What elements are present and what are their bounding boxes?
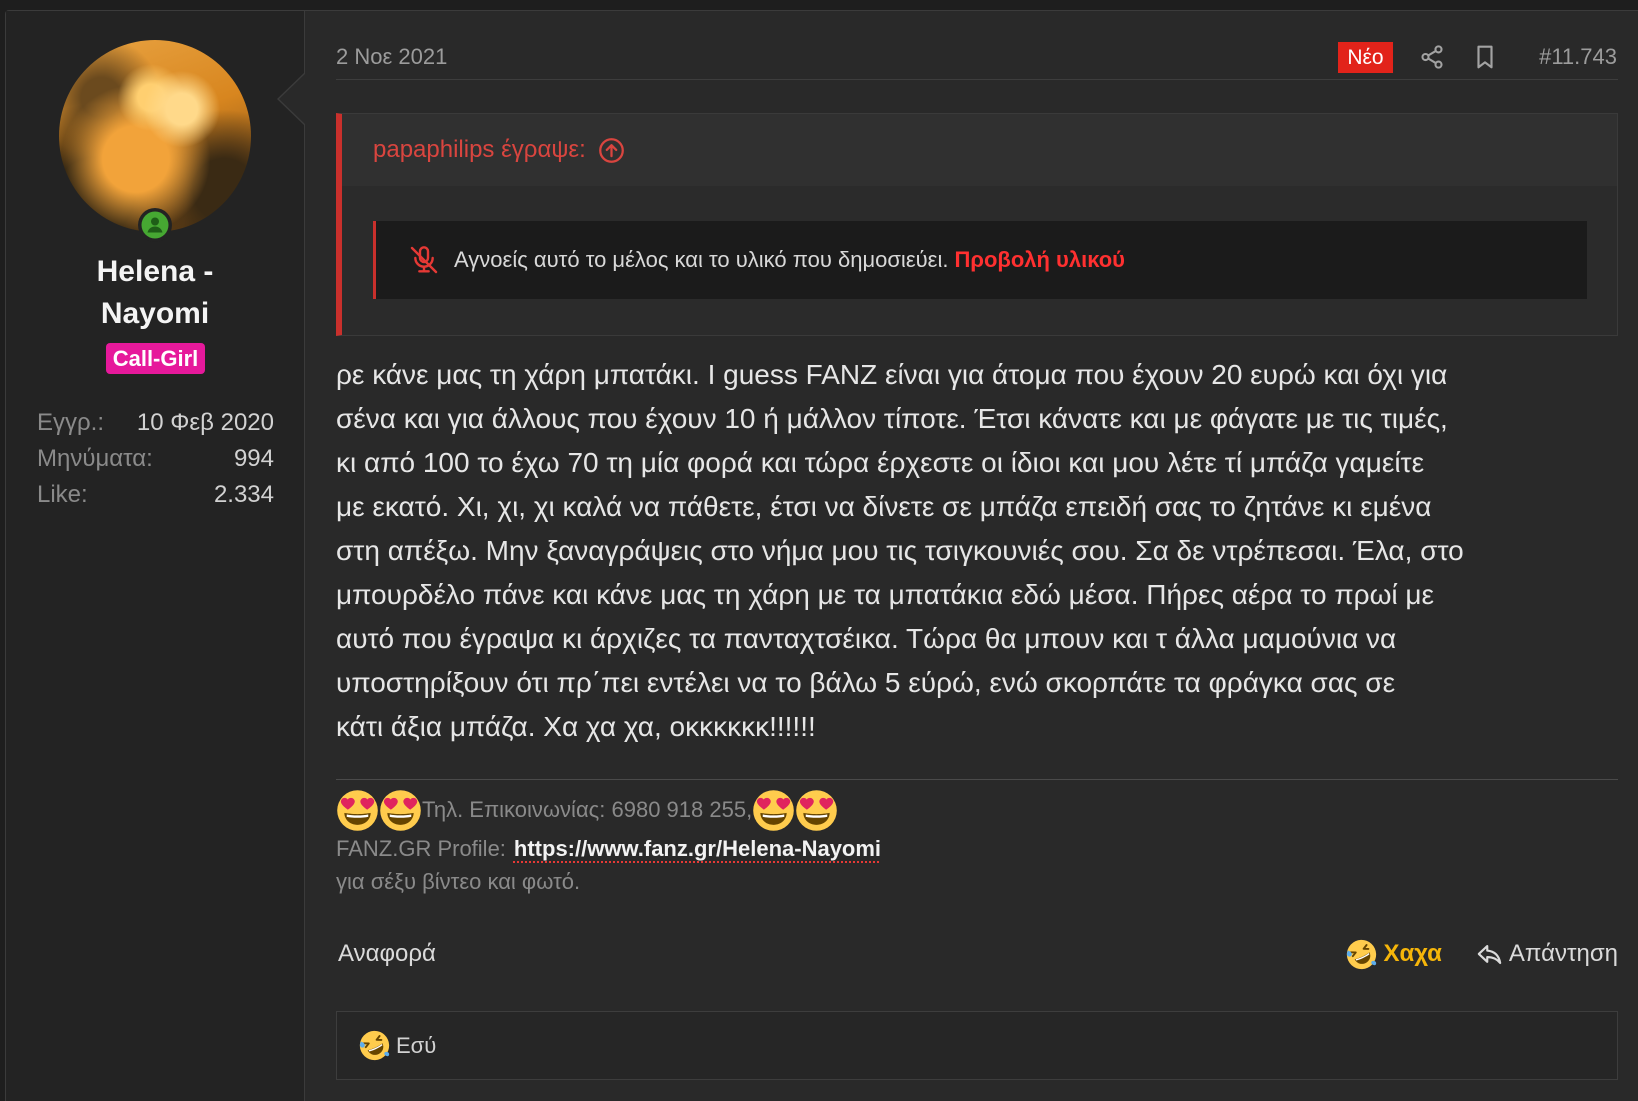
- quote-author[interactable]: papaphilips έγραψε:: [373, 136, 586, 164]
- reactions-bar[interactable]: Εσύ: [336, 1011, 1618, 1080]
- header-divider: [336, 79, 1618, 80]
- user-title-badge: Call-Girl: [105, 343, 206, 374]
- user-stats: Εγγρ.: 10 Φεβ 2020 Μηνύματα: 994 Like: 2…: [37, 405, 274, 513]
- online-status-icon: [138, 208, 172, 242]
- post-body-line: αυτό που έγραψα κι άρχιζες τα πανταχτσέι…: [336, 623, 1397, 654]
- stat-label: Εγγρ.:: [37, 409, 104, 436]
- signature-phone: Τηλ. Επικοινωνίας: 6980 918 255,: [422, 797, 753, 822]
- quote-block: papaphilips έγραψε: Αγνοείς αυτό το μέλο…: [336, 113, 1618, 336]
- circle-arrow-up-icon[interactable]: [598, 137, 625, 164]
- heart-eyes-emoji-icon: [336, 789, 379, 832]
- stat-label: Like:: [37, 481, 88, 508]
- bookmark-icon[interactable]: [1472, 44, 1498, 70]
- share-icon[interactable]: [1419, 44, 1445, 70]
- signature-profile-line: FANZ.GR Profile: https://www.fanz.gr/Hel…: [336, 832, 881, 866]
- reaction-button[interactable]: Χαχα: [1346, 939, 1442, 970]
- stat-value: 994: [233, 445, 274, 472]
- laughing-emoji-icon: [1346, 939, 1377, 970]
- signature-divider: [336, 779, 1618, 780]
- signature-tagline: για σέξυ βίντεο και φωτό.: [336, 869, 581, 894]
- post-body-line: μπουρδέλο πάνε και κάνε μας τη χάρη με τ…: [336, 579, 1435, 610]
- post-body-line: υποστηρίξουν ότι πρ΄πει εντέλει να το βά…: [336, 667, 1396, 698]
- heart-eyes-emoji-icon: [795, 789, 838, 832]
- stat-row-likes: Like: 2.334: [37, 477, 274, 513]
- stat-row-messages: Μηνύματα: 994: [37, 441, 274, 477]
- show-content-link[interactable]: Προβολή υλικού: [954, 247, 1125, 272]
- heart-eyes-emoji-icon: [379, 789, 422, 832]
- post-body-line: κι από 100 το έχω 70 τη μία φορά και τώρ…: [336, 447, 1425, 478]
- post-body-line: στη απέξω. Μην ξαναγράψεις στο νήμα μου …: [336, 535, 1464, 566]
- username[interactable]: Helena - Nayomi: [55, 251, 255, 335]
- stat-row-registered: Εγγρ.: 10 Φεβ 2020: [37, 405, 274, 441]
- post-body-line: κάτι άξια μπάζα. Χα χα χα, οκκκκκκ!!!!!!: [336, 711, 816, 742]
- heart-eyes-emoji-icon: [752, 789, 795, 832]
- reactions-who: Εσύ: [396, 1032, 437, 1058]
- new-badge: Νέο: [1338, 42, 1393, 73]
- reply-icon: [1477, 944, 1502, 964]
- reaction-label: Χαχα: [1383, 940, 1442, 967]
- ignored-text: Αγνοείς αυτό το μέλος και το υλικό που δ…: [454, 247, 949, 272]
- signature-phone-line: Τηλ. Επικοινωνίας: 6980 918 255,: [336, 788, 838, 832]
- post-actions: Χαχα Απάντηση: [1346, 936, 1618, 972]
- stat-label: Μηνύματα:: [37, 445, 153, 472]
- post-body-line: ρε κάνε μας τη χάρη μπατάκι. I guess FAN…: [336, 359, 1448, 390]
- post-body-line: με εκατό. Χι, χι, χι καλά να πάθετε, έτσ…: [336, 491, 1432, 522]
- user-badge-container: Call-Girl: [6, 343, 305, 374]
- post-body: ρε κάνε μας τη χάρη μπατάκι. I guess FAN…: [336, 353, 1636, 749]
- mute-slash-icon: [410, 246, 438, 274]
- post-body-line: σένα και για άλλους που έχουν 10 ή μάλλο…: [336, 403, 1448, 434]
- laughing-emoji-icon: [359, 1030, 390, 1061]
- quote-header: papaphilips έγραψε:: [342, 114, 1617, 186]
- stat-value: 2.334: [213, 481, 274, 508]
- stat-value: 10 Φεβ 2020: [136, 409, 274, 436]
- message-pointer-fill: [279, 73, 306, 125]
- signature-profile-label: FANZ.GR Profile:: [336, 836, 506, 861]
- reply-button[interactable]: Απάντηση: [1476, 940, 1618, 968]
- post-number-link[interactable]: #11.743: [1539, 42, 1617, 72]
- signature-profile-link[interactable]: https://www.fanz.gr/Helena-Nayomi: [514, 836, 881, 862]
- avatar[interactable]: [59, 40, 251, 232]
- ignored-content-notice: Αγνοείς αυτό το μέλος και το υλικό που δ…: [373, 221, 1587, 299]
- reply-label: Απάντηση: [1508, 940, 1618, 967]
- report-link[interactable]: Αναφορά: [338, 936, 436, 972]
- post-date[interactable]: 2 Νοε 2021: [336, 42, 447, 72]
